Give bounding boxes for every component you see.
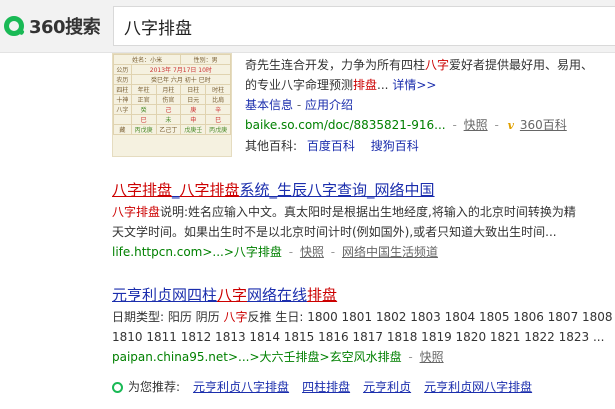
result-title-link[interactable]: 元亨利贞网四柱八字网络在线排盘 [112,283,615,307]
result-description-line2: 天文学时间。如果出生时不是以北京时间计时(例如国外),或者只知道大致出生时间..… [112,225,557,239]
result-description: 日期类型: 阳历 阴历 八字反推 生日: 1800 1801 1802 1803… [112,310,615,324]
result-thumbnail[interactable]: 姓名：小米 性别：男 公历 2013年 7月17日 10时 农历 癸巳年 六月 初十 … [112,53,232,157]
result-httpcn: 八字排盘_八字排盘系统_生辰八字查询_网络中国 八字排盘说明:姓名应输入中文。真… [112,178,615,262]
result-url: baike.so.com/doc/8835821-916... [245,118,446,132]
basic-info-link[interactable]: 基本信息 [245,98,293,112]
result-url: life.httpcn.com>...>八字排盘 [112,245,282,259]
result-title-link[interactable]: 八字排盘_八字排盘系统_生辰八字查询_网络中国 [112,178,615,202]
logo[interactable]: 360搜索 [4,12,101,40]
recommend-link[interactable]: 元亨利贞 [363,377,411,397]
recommend-icon [112,381,123,393]
top-bar: 360搜索 [0,0,615,53]
recommend-link[interactable]: 元亨利贞网八字排盘 [424,377,532,397]
search-input[interactable] [114,7,615,45]
search-box[interactable] [113,6,615,46]
bazi-chart-image: 姓名：小米 性别：男 公历 2013年 7月17日 10时 农历 癸巳年 六月 初十 … [113,54,231,135]
result-url: paipan.china95.net>...>大六壬排盘>玄空风水排盘 [112,350,402,364]
result-url-line: paipan.china95.net>...>大六壬排盘>玄空风水排盘 - 快照 [112,350,444,364]
result-description: 奇先生连合开发，力争为所有四柱八字爱好者提供最好用、易用、 的专业八字命理预测排… [245,58,594,92]
snapshot-link[interactable]: 快照 [464,118,488,132]
recommend-link[interactable]: 四柱排盘 [302,377,350,397]
site-link[interactable]: 网络中国生活频道 [342,245,438,259]
snapshot-link[interactable]: 快照 [420,350,444,364]
result-baike-text: 奇先生连合开发，力争为所有四柱八字爱好者提供最好用、易用、 的专业八字命理预测排… [245,55,615,156]
sogou-baike-link[interactable]: 搜狗百科 [371,139,419,153]
baike-sublinks: 基本信息 - 应用介绍 [245,98,354,112]
snapshot-link[interactable]: 快照 [300,245,324,259]
recommend-bar: 为您推荐: 元亨利贞八字排盘 四柱排盘 元亨利贞 元亨利贞网八字排盘 [112,377,615,397]
result-url-line: life.httpcn.com>...>八字排盘 - 快照 - 网络中国生活频道 [112,245,438,259]
other-baike: 其他百科: 百度百科 搜狗百科 [245,139,419,153]
logo-icon [4,16,24,36]
result-description: 八字排盘说明:姓名应输入中文。真太阳时是根据出生地经度,将输入的北京时间转换为精 [112,205,576,219]
result-description-line2: 1810 1811 1812 1813 1814 1815 1816 1817 … [112,330,605,344]
detail-link[interactable]: 详情>> [392,78,436,92]
recommend-label: 为您推荐: [128,380,181,394]
verified-v-icon: v [507,119,515,132]
baike-source-link[interactable]: 360百科 [520,118,567,132]
baidu-baike-link[interactable]: 百度百科 [307,139,355,153]
app-intro-link[interactable]: 应用介绍 [305,98,353,112]
result-china95: 元亨利贞网四柱八字网络在线排盘 日期类型: 阳历 阴历 八字反推 生日: 180… [112,283,615,367]
logo-text: 360搜索 [29,17,101,38]
recommend-link[interactable]: 元亨利贞八字排盘 [193,377,289,397]
result-url-line: baike.so.com/doc/8835821-916... - 快照 - v… [245,118,567,132]
